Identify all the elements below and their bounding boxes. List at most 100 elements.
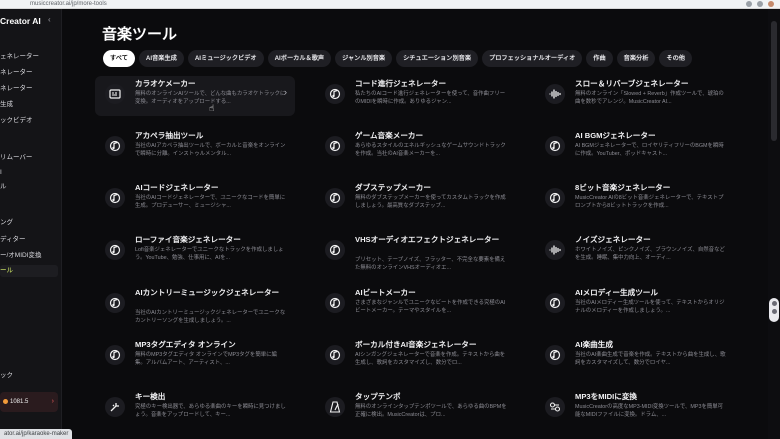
tool-title: AIメロディー生成ツール bbox=[575, 288, 658, 297]
tool-description: 無料のダブステップメーカーを使ってカスタムトラックを作成しましょう。最高質なダブ… bbox=[355, 195, 506, 209]
sidebar-item[interactable]: ェネレーター bbox=[0, 51, 58, 63]
tool-description: MusicCreatorの高度なMP3-MIDI変換ツールで、MP3を簡単可能な… bbox=[575, 404, 724, 418]
scrollbar[interactable] bbox=[768, 9, 780, 439]
music-note-icon bbox=[325, 345, 345, 365]
music-note-icon bbox=[325, 188, 345, 208]
brand-logo[interactable]: Creator AI bbox=[0, 16, 41, 26]
sidebar-item[interactable]: ー/オMIDI変換 bbox=[0, 250, 58, 262]
collapse-sidebar-icon[interactable]: ‹ bbox=[48, 15, 51, 24]
tool-title: ダブステップメーカー bbox=[355, 183, 431, 192]
tool-card[interactable]: キー検出究極のキー検出器で、あらゆる楽曲のキーを瞬時に見つけましょう。音楽をアッ… bbox=[95, 389, 295, 429]
tool-card[interactable]: ノイズジェネレーター ホワイトノイズ、ピンクノイズ、ブラウンノイズ、自然音などを生… bbox=[535, 232, 735, 272]
tool-description: 当社のAIメロディー生成ツールを使って、テキストからオリジナルのメロディーを作成… bbox=[575, 300, 725, 314]
credits-badge[interactable]: 1081.5 › bbox=[0, 392, 58, 412]
filter-chip[interactable]: AI音楽生成 bbox=[138, 50, 184, 67]
filter-chip-all[interactable]: すべて bbox=[103, 50, 135, 67]
tool-card[interactable]: AIメロディー生成ツール当社のAIメロディー生成ツールを使って、テキストからオリ… bbox=[535, 285, 735, 325]
filter-chip[interactable]: AIミュージックビデオ bbox=[187, 50, 264, 67]
filter-chip[interactable]: 音楽分析 bbox=[616, 50, 656, 67]
floating-widget[interactable] bbox=[769, 298, 779, 322]
coin-icon bbox=[3, 399, 8, 404]
tool-card[interactable]: AI楽曲生成当社のAI楽曲生成で音楽を作成。テキストから曲を生成し、歌詞をカスタ… bbox=[535, 337, 735, 377]
widget-dot-icon bbox=[771, 301, 777, 306]
tool-title: VHSオーディオエフェクトジェネレーター bbox=[355, 235, 500, 244]
tool-card[interactable]: スロー＆リバーブジェネレーター 無料のオンライン「Slowed + Reverb」… bbox=[535, 76, 735, 116]
sidebar-item[interactable]: リムーバー bbox=[0, 152, 58, 164]
tool-description: 究極のキー検出器で、あらゆる楽曲のキーを瞬時に見つけましょう。音楽をアップロード… bbox=[135, 404, 286, 418]
tool-card[interactable]: MP3をMIDIに変換 MusicCreatorの高度なMP3-MIDI変換ツール… bbox=[535, 389, 735, 429]
tool-description: 当社のAI楽曲生成で音楽を作成。テキストから曲を生成し、歌詞をカスタマイズして、… bbox=[575, 352, 726, 366]
tool-card[interactable]: ゲーム音楽メーカー あらゆるスタイルのエネルギッシュなゲームサウンドトラックを作成… bbox=[315, 128, 515, 168]
convert-icon bbox=[545, 397, 565, 417]
tool-card[interactable]: タップテンポ無料のオンラインタップテンポツールで、あらゆる曲のBPMを正確に検出… bbox=[315, 389, 515, 429]
tool-title: MP3タグエディタ オンライン bbox=[135, 340, 236, 349]
filter-chip[interactable]: AIボーカル＆歌声 bbox=[267, 50, 332, 67]
chevron-right-icon: › bbox=[284, 87, 287, 97]
filter-chip[interactable]: その他 bbox=[659, 50, 692, 67]
page-title: 音楽ツール bbox=[102, 26, 178, 43]
address-bar[interactable]: musiccreator.ai/jp/more-tools bbox=[30, 0, 107, 8]
filter-chip[interactable]: シチュエーション別音楽 bbox=[396, 50, 479, 67]
music-note-icon bbox=[325, 84, 345, 104]
tool-title: AIカントリーミュージックジェネレーター bbox=[135, 288, 280, 297]
sidebar: Creator AI ‹ ェネレーター ネレーター ネレーター 生成 ックビデオ… bbox=[0, 9, 62, 439]
sidebar-item[interactable]: ディター bbox=[0, 234, 58, 246]
tool-title: コード進行ジェネレーター bbox=[355, 79, 447, 88]
tool-description: あらゆるスタイルのエネルギッシュなゲームサウンドトラックを作成。当社のAI音楽メ… bbox=[355, 143, 506, 157]
tool-description: 無料のMP3タグエディタ オンラインでMP3タグを簡単に編集。アルバムアート、ア… bbox=[135, 352, 277, 366]
tool-card[interactable]: ボーカル付きAI音楽ジェネレーター AIシンガングジェネレーターで音楽を作成。テキ… bbox=[315, 337, 515, 377]
music-note-icon bbox=[105, 240, 125, 260]
tool-title: キー検出 bbox=[135, 392, 166, 401]
sidebar-item[interactable]: ル bbox=[0, 181, 58, 193]
profile-avatar[interactable] bbox=[768, 1, 774, 7]
tool-description: 当社のAIカントリーミュージックジェネレーターでユニークなカントリーソングを生成… bbox=[135, 310, 286, 324]
tool-description: ブリセット、テープノイズ、フラッター、不完全な要素を備えた無料のオンラインVHS… bbox=[355, 257, 506, 271]
menu-icon[interactable] bbox=[757, 1, 763, 7]
filter-chip[interactable]: ジャンル別音楽 bbox=[335, 50, 393, 67]
tool-description: 無料のオンラインタップテンポツールで、あらゆる曲のBPMを正確に検出。Music… bbox=[355, 404, 507, 418]
tool-description: AIシンガングジェネレーターで音楽を作成。テキストから曲を生成し、歌詞をカスタマ… bbox=[355, 352, 506, 366]
sidebar-item[interactable]: ック bbox=[0, 370, 58, 382]
tool-card[interactable]: AIコードジェネレーター 当社のAIコードジェネレーターで、ユニークなコードを簡単… bbox=[95, 180, 295, 220]
tool-card[interactable]: MP3タグエディタ オンライン無料のMP3タグエディタ オンラインでMP3タグを… bbox=[95, 337, 295, 377]
filter-chip[interactable]: プロフェッショナルオーディオ bbox=[482, 50, 583, 67]
sidebar-item[interactable]: 生成 bbox=[0, 99, 58, 111]
sidebar-item[interactable]: I bbox=[0, 167, 58, 179]
tool-description: さまざまなジャンルでユニークなビートを作成できる究極のAIビートメーカー。テーマ… bbox=[355, 300, 506, 314]
sidebar-item[interactable]: ング bbox=[0, 217, 58, 229]
music-note-icon bbox=[105, 136, 125, 156]
tool-card[interactable]: AI BGMジェネレーター AI BGMジェネレーターで、ロイヤリティフリーのBG… bbox=[535, 128, 735, 168]
music-note-icon bbox=[545, 293, 565, 313]
sidebar-item[interactable]: ックビデオ bbox=[0, 115, 58, 127]
music-note-icon bbox=[325, 136, 345, 156]
sidebar-item[interactable]: ネレーター bbox=[0, 67, 58, 79]
tool-title: AI楽曲生成 bbox=[575, 340, 613, 349]
tool-description: AI BGMジェネレーターで、ロイヤリティフリーのBGMを瞬時に作成。YouTu… bbox=[575, 143, 724, 157]
filter-chip[interactable]: 作曲 bbox=[586, 50, 613, 67]
mouse-cursor-icon: ☝ bbox=[209, 103, 215, 113]
tool-card[interactable]: AIカントリーミュージックジェネレーター当社のAIカントリーミュージックジェネレ… bbox=[95, 285, 295, 325]
music-note-icon bbox=[325, 293, 345, 313]
tool-title: AIコードジェネレーター bbox=[135, 183, 219, 192]
tool-card[interactable]: ローファイ音楽ジェネレーター Lofi音楽ジェネレーターでユニークなトラックを作成… bbox=[95, 232, 295, 272]
tool-title: ローファイ音楽ジェネレーター bbox=[135, 235, 241, 244]
tool-title: ボーカル付きAI音楽ジェネレーター bbox=[355, 340, 477, 349]
music-note-icon bbox=[545, 345, 565, 365]
tool-card[interactable]: 8ビット音楽ジェネレーター MusicCreator AIの8ビット音楽ジェネレー… bbox=[535, 180, 735, 220]
tool-title: 8ビット音楽ジェネレーター bbox=[575, 183, 671, 192]
tool-card[interactable]: AIビートメーカー さまざまなジャンルでユニークなビートを作成できる究極のAIビー… bbox=[315, 285, 515, 325]
tool-description: Lofi音楽ジェネレーターでユニークなトラックを作成しましょう。YouTube、… bbox=[135, 247, 284, 261]
tool-card[interactable]: ダブステップメーカー無料のダブステップメーカーを使ってカスタムトラックを作成しま… bbox=[315, 180, 515, 220]
tool-card[interactable]: VHSオーディオエフェクトジェネレーターブリセット、テープノイズ、フラッター、不… bbox=[315, 232, 515, 272]
sidebar-item-active[interactable]: ール bbox=[0, 265, 58, 277]
sidebar-item[interactable]: ネレーター bbox=[0, 83, 58, 95]
tool-title: タップテンポ bbox=[355, 392, 401, 401]
tool-card[interactable]: アカペラ抽出ツール 当社のAIアカペラ抽出ツールで、ボーカルと音楽をオンラインで瞬… bbox=[95, 128, 295, 168]
music-note-icon bbox=[105, 345, 125, 365]
tool-card[interactable]: コード進行ジェネレーター 私たちのAIコード進行ジェネレーターを使って、音作曲フリ… bbox=[315, 76, 515, 116]
extension-icon[interactable] bbox=[746, 1, 752, 7]
tool-card[interactable]: カラオケメーカー 無料のオンラインAIツールで、どんな曲もカラオケトラックに変換。… bbox=[95, 76, 295, 116]
scrollbar-thumb[interactable] bbox=[771, 21, 777, 141]
karaoke-icon bbox=[105, 84, 125, 104]
music-note-icon bbox=[105, 293, 125, 313]
